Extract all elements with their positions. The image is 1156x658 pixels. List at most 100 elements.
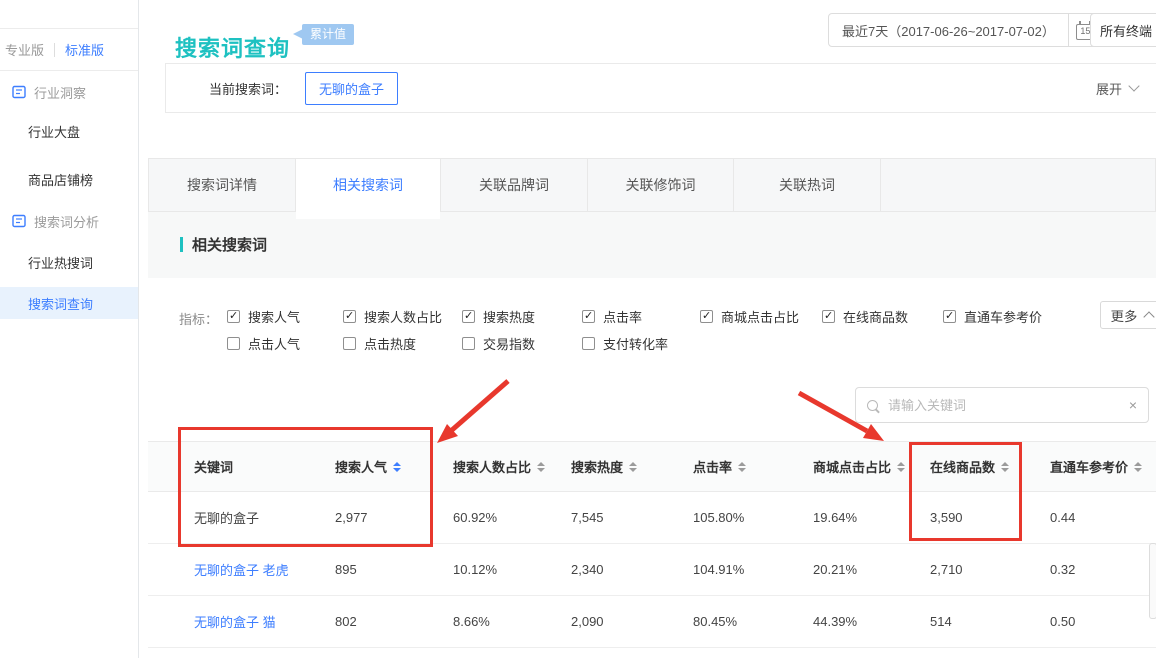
sidebar-item-product-shop-rank[interactable]: 商品店铺榜 — [0, 163, 138, 195]
column-header-online-products[interactable]: 在线商品数 — [930, 457, 1050, 476]
sort-icon — [1134, 462, 1142, 472]
value-cell: 0.32 — [1050, 562, 1156, 577]
clear-icon[interactable]: × — [1129, 397, 1137, 413]
table-scrollbar[interactable] — [1149, 543, 1156, 619]
sidebar-item-search-word-query[interactable]: 搜索词查询 — [0, 287, 138, 319]
metric-checkbox-click-heat[interactable]: 点击热度 — [343, 335, 416, 351]
terminal-dropdown[interactable]: 所有终端 — [1090, 13, 1156, 47]
metric-label-text: 商城点击占比 — [721, 307, 799, 326]
metric-checkbox-search-popularity[interactable]: 搜索人气 — [227, 308, 300, 324]
checkbox-checked-icon — [227, 310, 240, 323]
value-cell: 20.21% — [813, 562, 930, 577]
page: 专业版 标准版 行业洞察 行业大盘 商品店铺榜 搜索词分析 行业热搜词 搜索词查… — [0, 0, 1156, 658]
column-header-mall-click-ratio[interactable]: 商城点击占比 — [813, 457, 930, 476]
value-cell: 104.91% — [693, 562, 813, 577]
column-header-searcher-ratio[interactable]: 搜索人数占比 — [453, 457, 571, 476]
tab-related-brand-words[interactable]: 关联品牌词 — [441, 159, 588, 211]
value-cell: 44.39% — [813, 614, 930, 629]
related-search-table: 关键词 搜索人气 搜索人数占比 搜索热度 点击率 商城点击占比 在线商品数 直通… — [148, 441, 1156, 648]
sort-icon — [738, 462, 746, 472]
sidebar-item-industry-market[interactable]: 行业大盘 — [0, 115, 138, 147]
tab-related-search-words[interactable]: 相关搜索词 — [296, 159, 441, 211]
value-cell: 2,340 — [571, 562, 693, 577]
table-header-row: 关键词 搜索人气 搜索人数占比 搜索热度 点击率 商城点击占比 在线商品数 直通… — [148, 441, 1156, 492]
date-range-picker[interactable]: 最近7天（2017-06-26~2017-07-02） 15 — [828, 13, 1103, 47]
metric-checkbox-click-popularity[interactable]: 点击人气 — [227, 335, 300, 351]
metric-label-text: 点击热度 — [364, 334, 416, 353]
sidebar-section-label: 搜索词分析 — [34, 212, 99, 231]
tab-related-hot-words[interactable]: 关联热词 — [734, 159, 881, 211]
table-row: 无聊的盒子 老虎 895 10.12% 2,340 104.91% 20.21%… — [148, 544, 1156, 596]
checkbox-unchecked-icon — [227, 337, 240, 350]
sidebar-section-label: 行业洞察 — [34, 83, 86, 102]
column-header-search-popularity[interactable]: 搜索人气 — [335, 457, 453, 476]
expand-toggle[interactable]: 展开 — [1096, 79, 1138, 98]
keyword-cell[interactable]: 无聊的盒子 老虎 — [148, 560, 335, 579]
column-header-keyword: 关键词 — [148, 457, 335, 476]
tab-bar-filler — [881, 159, 1155, 211]
column-header-click-rate[interactable]: 点击率 — [693, 457, 813, 476]
date-range-value[interactable]: 最近7天（2017-06-26~2017-07-02） — [828, 13, 1069, 47]
value-cell: 60.92% — [453, 510, 571, 525]
cumulative-badge: 累计值 — [302, 24, 354, 45]
column-header-ztc-ref-price[interactable]: 直通车参考价 — [1050, 457, 1156, 476]
sidebar-section-search-word-analysis[interactable]: 搜索词分析 — [0, 206, 138, 236]
section-title-text: 相关搜索词 — [192, 234, 267, 255]
checkbox-checked-icon — [462, 310, 475, 323]
tab-related-modifier-words[interactable]: 关联修饰词 — [588, 159, 734, 211]
sort-icon — [537, 462, 545, 472]
checkbox-unchecked-icon — [462, 337, 475, 350]
sort-icon — [1001, 462, 1009, 472]
metric-checkbox-online-products[interactable]: 在线商品数 — [822, 308, 908, 324]
metric-label-text: 支付转化率 — [603, 334, 668, 353]
sort-icon — [393, 462, 401, 472]
ledger-icon — [12, 214, 26, 228]
chevron-up-icon — [1144, 311, 1155, 322]
table-row: 无聊的盒子 猫 802 8.66% 2,090 80.45% 44.39% 51… — [148, 596, 1156, 648]
value-cell: 895 — [335, 562, 453, 577]
tab-search-word-detail[interactable]: 搜索词详情 — [149, 159, 296, 211]
value-cell: 7,545 — [571, 510, 693, 525]
metrics-label: 指标： — [179, 309, 218, 328]
value-cell: 19.64% — [813, 510, 930, 525]
version-tab-standard[interactable]: 标准版 — [65, 40, 104, 59]
value-cell: 802 — [335, 614, 453, 629]
value-cell: 105.80% — [693, 510, 813, 525]
version-tab-pro[interactable]: 专业版 — [5, 40, 44, 59]
metric-checkbox-mall-click-ratio[interactable]: 商城点击占比 — [700, 308, 799, 324]
tab-bar: 搜索词详情 相关搜索词 关联品牌词 关联修饰词 关联热词 — [148, 158, 1156, 212]
metric-checkbox-transaction-index[interactable]: 交易指数 — [462, 335, 535, 351]
keyword-filter-input[interactable] — [886, 397, 1129, 414]
terminal-label: 所有终端 — [1100, 21, 1152, 40]
metric-label-text: 交易指数 — [483, 334, 535, 353]
column-header-search-heat[interactable]: 搜索热度 — [571, 457, 693, 476]
metric-checkbox-click-rate[interactable]: 点击率 — [582, 308, 642, 324]
value-cell: 2,710 — [930, 562, 1050, 577]
metric-checkbox-search-heat[interactable]: 搜索热度 — [462, 308, 535, 324]
checkbox-checked-icon — [582, 310, 595, 323]
more-metrics-button[interactable]: 更多 — [1100, 301, 1156, 329]
keyword-cell[interactable]: 无聊的盒子 猫 — [148, 612, 335, 631]
metric-label-text: 搜索人气 — [248, 307, 300, 326]
version-switcher: 专业版 标准版 — [0, 29, 138, 71]
current-keyword-button[interactable]: 无聊的盒子 — [305, 72, 398, 105]
current-search-bar: 当前搜索词： 无聊的盒子 展开 — [165, 63, 1156, 113]
checkbox-unchecked-icon — [582, 337, 595, 350]
value-cell: 10.12% — [453, 562, 571, 577]
table-row: 无聊的盒子 2,977 60.92% 7,545 105.80% 19.64% … — [148, 492, 1156, 544]
expand-label: 展开 — [1096, 79, 1122, 98]
metric-checkbox-payment-conversion[interactable]: 支付转化率 — [582, 335, 668, 351]
metric-label-text: 搜索热度 — [483, 307, 535, 326]
sidebar-section-industry-insight[interactable]: 行业洞察 — [0, 77, 138, 107]
metric-label-text: 搜索人数占比 — [364, 307, 442, 326]
ledger-icon — [12, 85, 26, 99]
value-cell: 3,590 — [930, 510, 1050, 525]
value-cell: 80.45% — [693, 614, 813, 629]
value-cell: 0.50 — [1050, 614, 1156, 629]
metric-checkbox-searcher-ratio[interactable]: 搜索人数占比 — [343, 308, 442, 324]
metric-checkbox-ztc-ref-price[interactable]: 直通车参考价 — [943, 308, 1042, 324]
checkbox-checked-icon — [343, 310, 356, 323]
sidebar-item-hot-search-words[interactable]: 行业热搜词 — [0, 246, 138, 278]
metric-label-text: 在线商品数 — [843, 307, 908, 326]
metric-label-text: 点击率 — [603, 307, 642, 326]
